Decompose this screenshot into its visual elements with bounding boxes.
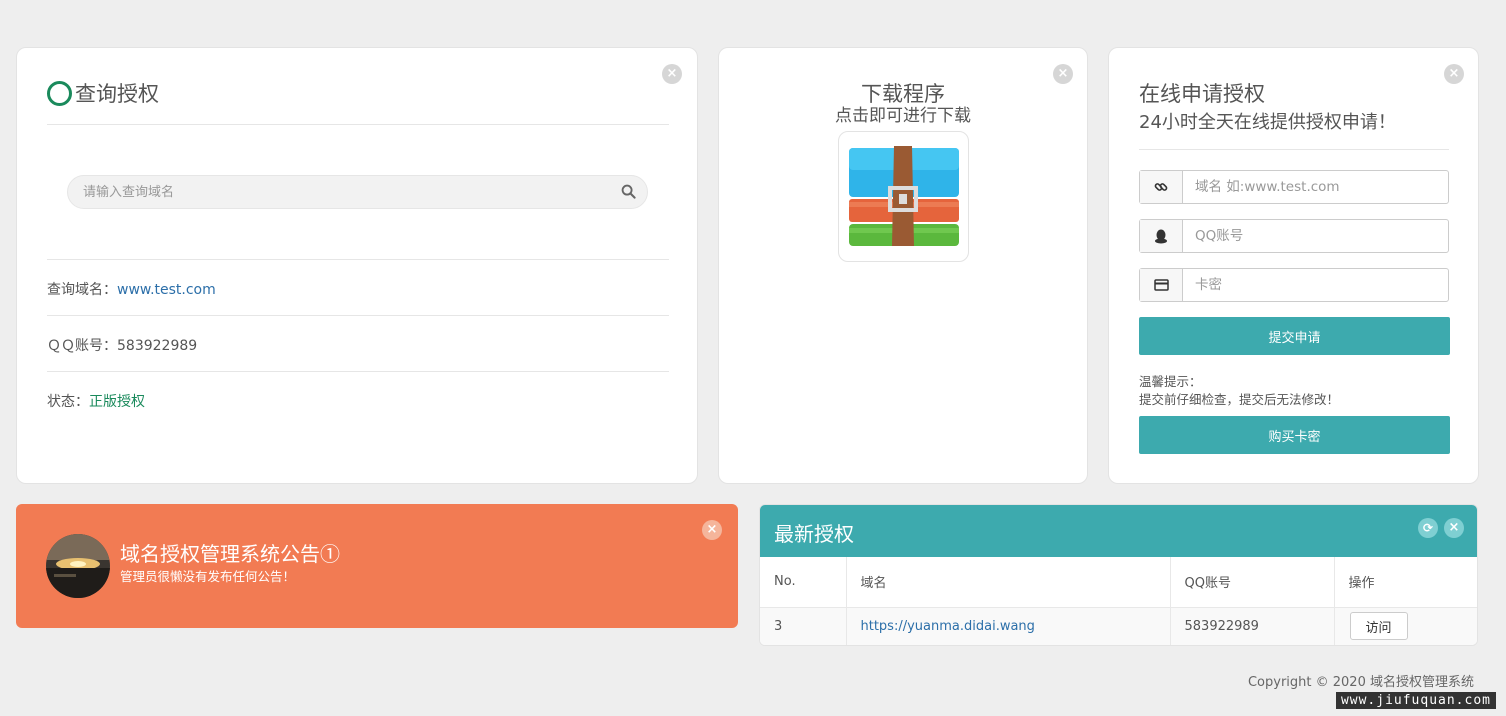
close-icon[interactable]: ×	[662, 64, 682, 84]
copyright: Copyright © 2020 域名授权管理系统	[1247, 675, 1474, 690]
close-icon[interactable]: ×	[1444, 518, 1464, 538]
domain-field[interactable]	[1183, 171, 1448, 203]
circle-icon	[47, 80, 72, 106]
status-badge: 正版授权	[89, 394, 145, 410]
table-row: 3 https://yuanma.didai.wang 583922989 访问	[760, 607, 1477, 645]
column-header: 域名	[846, 557, 1171, 608]
card-input-group	[1139, 268, 1449, 302]
column-header: 操作	[1334, 557, 1477, 608]
divider	[47, 371, 669, 372]
latest-header: 最新授权 ⟳ ×	[760, 505, 1477, 557]
close-icon[interactable]: ×	[1444, 64, 1464, 84]
search-box	[67, 175, 648, 209]
query-qq-row: ＱＱ账号：583922989	[47, 338, 198, 354]
column-header: QQ账号	[1170, 557, 1335, 608]
row-domain: https://yuanma.didai.wang	[846, 607, 1171, 645]
avatar	[46, 534, 110, 598]
close-icon[interactable]: ×	[702, 520, 722, 540]
apply-card: × 在线申请授权 24小时全天在线提供授权申请！ 提交申请	[1108, 47, 1479, 484]
visit-button[interactable]: 访问	[1349, 612, 1408, 640]
column-header: No.	[760, 557, 847, 608]
divider	[47, 124, 669, 125]
download-card: × 下载程序 点击即可进行下载	[718, 47, 1088, 484]
credit-card-icon	[1140, 269, 1183, 301]
domain-input-group	[1139, 170, 1449, 204]
query-domain-link[interactable]: www.test.com	[117, 282, 216, 298]
tip-title: 温馨提示：	[1139, 374, 1202, 389]
apply-title: 在线申请授权	[1139, 82, 1265, 106]
card-key-field[interactable]	[1183, 269, 1448, 301]
divider	[47, 259, 669, 260]
watermark: www.jiufuquan.com	[1335, 692, 1496, 709]
refresh-icon[interactable]: ⟳	[1418, 518, 1438, 538]
divider	[47, 315, 669, 316]
row-no: 3	[760, 607, 847, 645]
table-header-row: No. 域名 QQ账号 操作	[760, 557, 1477, 608]
domain-link[interactable]: https://yuanma.didai.wang	[861, 619, 1035, 634]
qq-field[interactable]	[1183, 220, 1448, 252]
submit-button[interactable]: 提交申请	[1139, 317, 1450, 355]
buy-card-button[interactable]: 购买卡密	[1139, 416, 1450, 454]
notice-title: 域名授权管理系统公告①	[120, 542, 340, 566]
search-input[interactable]	[68, 176, 588, 208]
query-domain-row: 查询域名：www.test.com	[47, 282, 216, 298]
notice-card: × 域名授权管理系统公告① 管理员很懒没有发布任何公告！	[16, 504, 738, 628]
query-card: × 查询授权 查询域名：www.test.com ＱＱ账号：583922989 …	[16, 47, 698, 484]
row-qq: 583922989	[1170, 607, 1335, 645]
notice-text: 管理员很懒没有发布任何公告！	[120, 569, 296, 584]
download-subtitle: 点击即可进行下载	[835, 106, 971, 126]
divider	[1139, 149, 1449, 150]
archive-download-icon[interactable]	[838, 131, 969, 262]
search-icon[interactable]	[621, 184, 636, 199]
query-title: 查询授权	[47, 78, 159, 108]
link-icon	[1140, 171, 1183, 203]
qq-input-group	[1139, 219, 1449, 253]
apply-subtitle: 24小时全天在线提供授权申请！	[1139, 112, 1396, 133]
latest-table: No. 域名 QQ账号 操作 3 https://yuanma.didai.wa…	[760, 557, 1477, 645]
query-status-row: 状态：正版授权	[47, 394, 145, 410]
latest-card: 最新授权 ⟳ × No. 域名 QQ账号 操作 3 https://yuanma…	[759, 504, 1478, 646]
qq-icon	[1140, 220, 1183, 252]
latest-title: 最新授权	[774, 522, 854, 546]
tip-text: 提交前仔细检查，提交后无法修改！	[1139, 392, 1340, 407]
row-action: 访问	[1334, 607, 1477, 645]
